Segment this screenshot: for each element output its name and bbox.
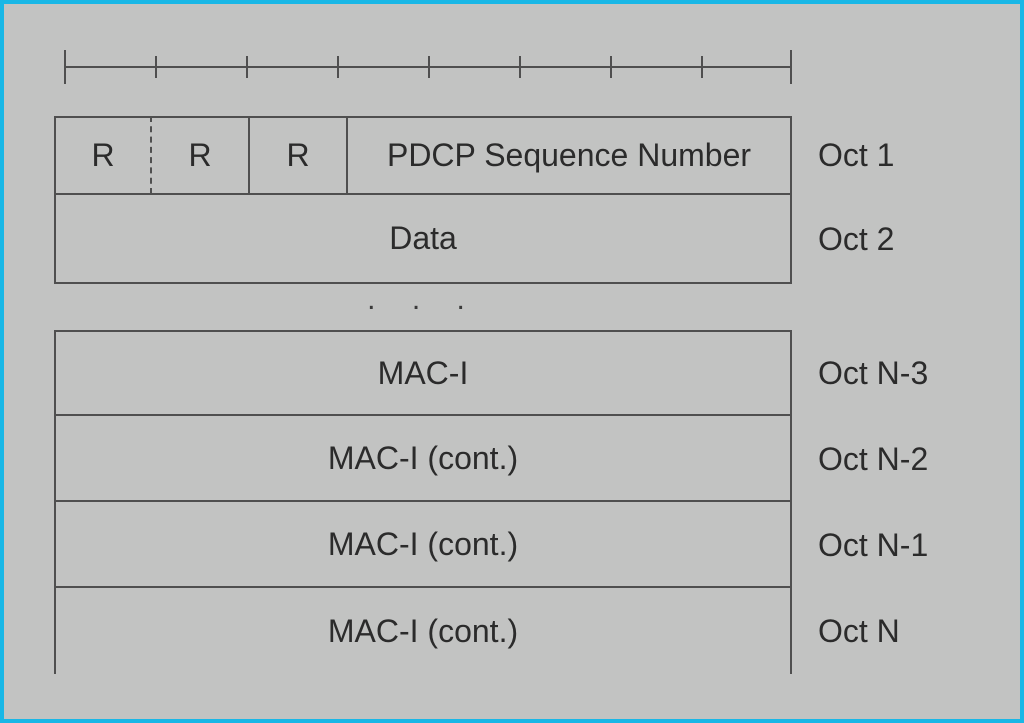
ruler-tick <box>337 56 339 78</box>
ruler-tick <box>155 56 157 78</box>
ruler-tick <box>428 56 430 78</box>
mac-cell: MAC-I (cont.) <box>54 588 792 674</box>
ruler-tick <box>701 56 703 78</box>
reserved-bit-cell: R <box>250 116 348 194</box>
mac-row: MAC-I (cont.) Oct N <box>54 588 970 674</box>
ruler-tick <box>610 56 612 78</box>
pdcp-pdu-diagram: R R R PDCP Sequence Number Oct 1 Data Oc… <box>0 0 1024 723</box>
mac-row: MAC-I Oct N-3 <box>54 330 970 416</box>
octet-label: Oct N-3 <box>814 330 970 416</box>
sequence-number-cell: PDCP Sequence Number <box>348 116 792 194</box>
mac-row: MAC-I (cont.) Oct N-1 <box>54 502 970 588</box>
ruler-tick <box>64 50 66 84</box>
mac-cell: MAC-I (cont.) <box>54 416 792 502</box>
octet-label: Oct 2 <box>814 194 970 284</box>
ruler-tick <box>246 56 248 78</box>
octet-2-row: Data Oct 2 <box>54 194 970 284</box>
bit-ruler <box>64 44 792 94</box>
octet-label: Oct N-2 <box>814 416 970 502</box>
octet-label: Oct N <box>814 588 970 674</box>
octet-1-row: R R R PDCP Sequence Number Oct 1 <box>54 116 970 194</box>
mac-i-rows: MAC-I Oct N-3 MAC-I (cont.) Oct N-2 MAC-… <box>54 330 970 674</box>
mac-row: MAC-I (cont.) Oct N-2 <box>54 416 970 502</box>
ruler-tick <box>790 50 792 84</box>
ellipsis: . . . <box>54 290 792 320</box>
reserved-bit-cell: R <box>152 116 250 194</box>
reserved-bit-cell: R <box>54 116 152 194</box>
data-cell: Data <box>54 194 792 284</box>
octet-label: Oct N-1 <box>814 502 970 588</box>
mac-cell: MAC-I <box>54 330 792 416</box>
octet-label: Oct 1 <box>814 116 970 194</box>
ruler-tick <box>519 56 521 78</box>
octet-rows: R R R PDCP Sequence Number Oct 1 Data Oc… <box>54 116 970 284</box>
mac-cell: MAC-I (cont.) <box>54 502 792 588</box>
